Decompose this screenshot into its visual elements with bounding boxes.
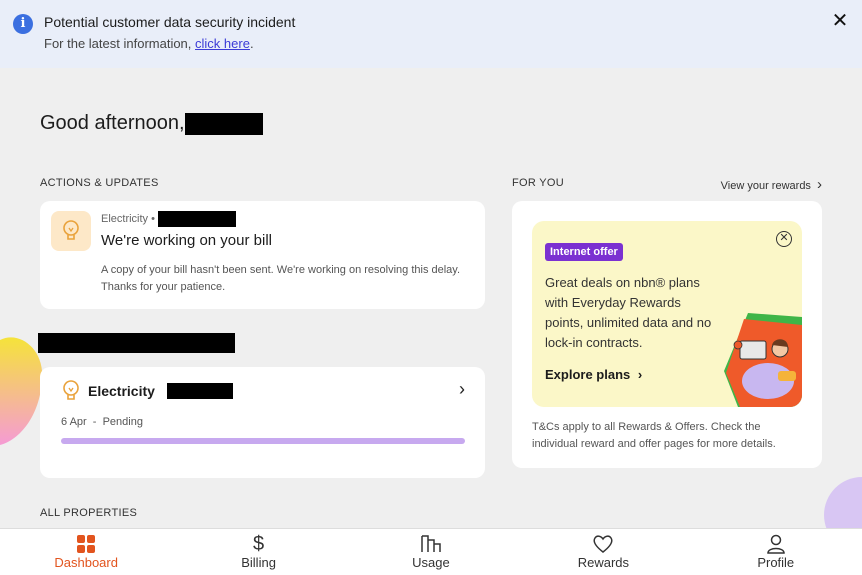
nav-label: Billing	[241, 555, 276, 570]
nav-profile[interactable]: Profile	[716, 529, 836, 575]
decor-blob-right	[824, 477, 862, 530]
all-properties-heading: ALL PROPERTIES	[40, 507, 138, 519]
promo-illustration	[724, 313, 802, 407]
view-rewards-link[interactable]: View your rewards ›	[721, 176, 822, 193]
grid-icon	[76, 533, 96, 555]
internet-offer-promo[interactable]: Internet offer ✕ Great deals on nbn® pla…	[532, 221, 802, 407]
banner-subtitle-suffix: .	[249, 36, 254, 51]
nav-usage[interactable]: Usage	[371, 529, 491, 575]
electricity-status: 6 Apr - Pending	[61, 416, 143, 428]
greeting: Good afternoon,	[40, 112, 263, 135]
chevron-right-icon[interactable]: ›	[459, 379, 465, 400]
bill-progress-bar	[61, 438, 465, 444]
bill-update-card[interactable]: Electricity • We're working on your bill…	[40, 201, 485, 309]
bars-icon	[420, 533, 442, 555]
explore-plans-link[interactable]: Explore plans ›	[545, 367, 642, 382]
info-icon: i	[13, 14, 33, 34]
chevron-right-icon: ›	[637, 367, 643, 382]
nav-billing[interactable]: $ Billing	[199, 529, 319, 575]
nav-label: Rewards	[577, 555, 629, 570]
terms-text: T&Cs apply to all Rewards & Offers. Chec…	[532, 421, 776, 450]
banner-title: Potential customer data security inciden…	[44, 14, 296, 30]
electricity-label: Electricity	[88, 383, 155, 399]
banner-subtitle: For the latest information, click here.	[44, 36, 254, 51]
dismiss-icon[interactable]: ✕	[776, 231, 792, 247]
nav-label: Usage	[412, 555, 450, 570]
redacted-property-heading	[38, 333, 235, 353]
banner-subtitle-text: For the latest information,	[44, 36, 196, 51]
bill-progress-fill	[61, 438, 465, 444]
electricity-name: Electricity	[88, 383, 233, 399]
bottom-nav: Dashboard $ Billing Usage Rewards Profil…	[0, 528, 862, 575]
chevron-right-icon: ›	[817, 176, 822, 193]
bill-meta-text: Electricity •	[101, 213, 155, 225]
lightbulb-icon	[63, 380, 79, 400]
actions-heading: ACTIONS & UPDATES	[40, 177, 159, 189]
lightbulb-icon	[51, 211, 91, 251]
dollar-icon: $	[253, 532, 265, 555]
close-icon[interactable]: ✕	[830, 10, 850, 32]
nav-label: Profile	[757, 555, 795, 570]
click-here-link[interactable]: click here	[195, 36, 250, 51]
for-you-card: Internet offer ✕ Great deals on nbn® pla…	[512, 201, 822, 468]
offer-badge: Internet offer	[545, 243, 623, 261]
view-rewards-label: View your rewards	[720, 180, 811, 192]
greeting-text: Good afternoon,	[40, 112, 185, 134]
nav-dashboard[interactable]: Dashboard	[26, 529, 146, 575]
heart-icon	[592, 533, 614, 555]
for-you-heading: FOR YOU	[512, 177, 565, 189]
user-icon	[766, 533, 786, 555]
bill-title: We're working on your bill	[101, 232, 272, 249]
redacted-name	[184, 112, 263, 135]
explore-plans-label: Explore plans	[545, 367, 631, 382]
electricity-card[interactable]: Electricity › 6 Apr - Pending	[40, 367, 485, 478]
nav-rewards[interactable]: Rewards	[543, 529, 663, 575]
nav-label: Dashboard	[54, 555, 118, 570]
bill-meta: Electricity •	[101, 211, 236, 227]
security-banner: i Potential customer data security incid…	[0, 0, 862, 68]
promo-text: Great deals on nbn® plans with Everyday …	[545, 275, 712, 350]
bill-description: A copy of your bill hasn't been sent. We…	[101, 264, 461, 293]
redacted-account	[157, 211, 236, 227]
redacted-account	[166, 383, 233, 399]
